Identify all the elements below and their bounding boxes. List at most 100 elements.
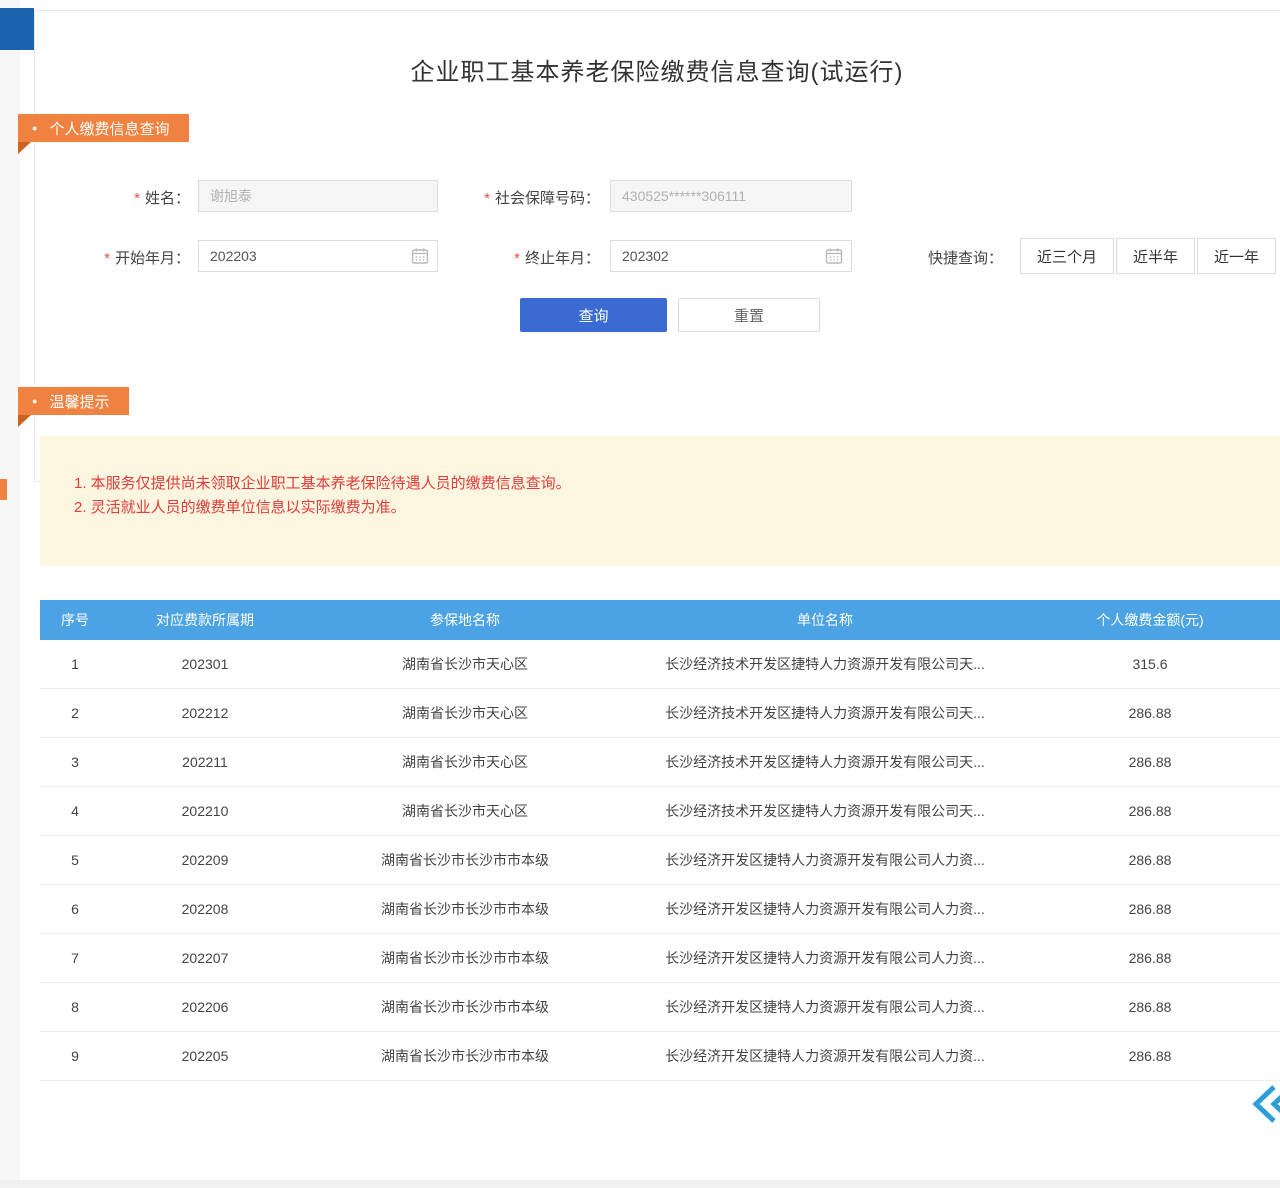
- bullet-icon: ●: [32, 387, 37, 415]
- calendar-icon[interactable]: [411, 247, 429, 265]
- table-cell: 286.88: [1020, 754, 1280, 770]
- required-mark: *: [134, 190, 140, 207]
- table-cell: 202212: [110, 705, 300, 721]
- table-cell: 2: [40, 705, 110, 721]
- bullet-icon: ●: [32, 114, 37, 142]
- section-badge-tips: ● 温馨提示: [18, 387, 129, 415]
- end-month-field[interactable]: 202302: [610, 240, 852, 272]
- table-cell: 长沙经济开发区捷特人力资源开发有限公司人力资...: [630, 899, 1020, 919]
- table-cell: 286.88: [1020, 1048, 1280, 1064]
- table-cell: 1: [40, 656, 110, 672]
- quick-query-button[interactable]: 近半年: [1116, 238, 1195, 274]
- table-cell: 286.88: [1020, 950, 1280, 966]
- table-cell: 286.88: [1020, 901, 1280, 917]
- table-cell: 湖南省长沙市长沙市市本级: [300, 850, 630, 870]
- required-mark: *: [484, 190, 490, 207]
- table-row: 1202301湖南省长沙市天心区长沙经济技术开发区捷特人力资源开发有限公司天..…: [40, 640, 1280, 689]
- table-cell: 202211: [110, 754, 300, 770]
- ribbon-fold: [18, 415, 31, 427]
- notice-line: 1. 本服务仅提供尚未领取企业职工基本养老保险待遇人员的缴费信息查询。: [74, 472, 1260, 496]
- table-cell: 202207: [110, 950, 300, 966]
- name-field: 谢旭泰: [198, 180, 438, 212]
- ribbon-fold: [18, 142, 31, 154]
- table-cell: 202208: [110, 901, 300, 917]
- table-cell: 长沙经济开发区捷特人力资源开发有限公司人力资...: [630, 997, 1020, 1017]
- results-table: 序号对应费款所属期参保地名称单位名称个人缴费金额(元) 1202301湖南省长沙…: [40, 600, 1280, 1081]
- notice-line: 2. 灵活就业人员的缴费单位信息以实际缴费为准。: [74, 496, 1260, 520]
- table-cell: 湖南省长沙市长沙市市本级: [300, 997, 630, 1017]
- query-button[interactable]: 查询: [520, 298, 667, 332]
- section-badge-label: 温馨提示: [49, 391, 109, 412]
- table-cell: 长沙经济技术开发区捷特人力资源开发有限公司天...: [630, 654, 1020, 674]
- table-cell: 202210: [110, 803, 300, 819]
- start-month-field[interactable]: 202203: [198, 240, 438, 272]
- table-cell: 202209: [110, 852, 300, 868]
- table-row: 8202206湖南省长沙市长沙市市本级长沙经济开发区捷特人力资源开发有限公司人力…: [40, 983, 1280, 1032]
- table-cell: 长沙经济技术开发区捷特人力资源开发有限公司天...: [630, 752, 1020, 772]
- table-cell: 7: [40, 950, 110, 966]
- required-mark: *: [514, 250, 520, 267]
- name-value: 谢旭泰: [210, 186, 429, 206]
- table-cell: 湖南省长沙市天心区: [300, 654, 630, 674]
- table-row: 6202208湖南省长沙市长沙市市本级长沙经济开发区捷特人力资源开发有限公司人力…: [40, 885, 1280, 934]
- quick-query-label: 快捷查询：: [928, 247, 1003, 268]
- double-left-chevron-icon[interactable]: [1246, 1082, 1280, 1126]
- table-cell: 286.88: [1020, 852, 1280, 868]
- table-cell: 湖南省长沙市天心区: [300, 703, 630, 723]
- table-row: 5202209湖南省长沙市长沙市市本级长沙经济开发区捷特人力资源开发有限公司人力…: [40, 836, 1280, 885]
- table-row: 2202212湖南省长沙市天心区长沙经济技术开发区捷特人力资源开发有限公司天..…: [40, 689, 1280, 738]
- table-header-row: 序号对应费款所属期参保地名称单位名称个人缴费金额(元): [40, 600, 1280, 640]
- name-label: *姓名：: [70, 187, 190, 208]
- ssn-label: *社会保障号码：: [455, 187, 600, 208]
- table-cell: 湖南省长沙市长沙市市本级: [300, 948, 630, 968]
- table-row: 7202207湖南省长沙市长沙市市本级长沙经济开发区捷特人力资源开发有限公司人力…: [40, 934, 1280, 983]
- table-cell: 286.88: [1020, 999, 1280, 1015]
- table-cell: 长沙经济开发区捷特人力资源开发有限公司人力资...: [630, 1046, 1020, 1066]
- table-cell: 6: [40, 901, 110, 917]
- table-body: 1202301湖南省长沙市天心区长沙经济技术开发区捷特人力资源开发有限公司天..…: [40, 640, 1280, 1081]
- ssn-value: 430525******306111: [622, 188, 843, 204]
- quick-query-group: 近三个月近半年近一年: [1020, 238, 1276, 274]
- end-month-value: 202302: [622, 248, 825, 264]
- table-row: 4202210湖南省长沙市天心区长沙经济技术开发区捷特人力资源开发有限公司天..…: [40, 787, 1280, 836]
- table-cell: 286.88: [1020, 705, 1280, 721]
- table-cell: 315.6: [1020, 656, 1280, 672]
- reset-button[interactable]: 重置: [678, 298, 820, 332]
- start-month-label: *开始年月：: [70, 247, 190, 268]
- table-cell: 202205: [110, 1048, 300, 1064]
- table-cell: 湖南省长沙市长沙市市本级: [300, 899, 630, 919]
- table-cell: 4: [40, 803, 110, 819]
- table-cell: 8: [40, 999, 110, 1015]
- table-cell: 长沙经济技术开发区捷特人力资源开发有限公司天...: [630, 703, 1020, 723]
- table-cell: 长沙经济技术开发区捷特人力资源开发有限公司天...: [630, 801, 1020, 821]
- quick-query-button[interactable]: 近三个月: [1020, 238, 1114, 274]
- quick-query-button[interactable]: 近一年: [1197, 238, 1276, 274]
- table-header-cell: 序号: [40, 610, 110, 630]
- table-cell: 202301: [110, 656, 300, 672]
- table-cell: 湖南省长沙市天心区: [300, 801, 630, 821]
- left-page-strip: [0, 0, 20, 1188]
- end-month-label: *终止年月：: [455, 247, 600, 268]
- section-badge-label: 个人缴费信息查询: [49, 118, 169, 139]
- table-cell: 202206: [110, 999, 300, 1015]
- table-row: 3202211湖南省长沙市天心区长沙经济技术开发区捷特人力资源开发有限公司天..…: [40, 738, 1280, 787]
- page-bottom-strip: [0, 1180, 1280, 1188]
- page-title: 企业职工基本养老保险缴费信息查询(试运行): [34, 52, 1280, 87]
- table-cell: 长沙经济开发区捷特人力资源开发有限公司人力资...: [630, 948, 1020, 968]
- table-cell: 9: [40, 1048, 110, 1064]
- sidebar-corner-block: [0, 8, 34, 50]
- ssn-field: 430525******306111: [610, 180, 852, 212]
- table-header-cell: 参保地名称: [300, 610, 630, 630]
- calendar-icon[interactable]: [825, 247, 843, 265]
- table-cell: 长沙经济开发区捷特人力资源开发有限公司人力资...: [630, 850, 1020, 870]
- table-cell: 286.88: [1020, 803, 1280, 819]
- table-row: 9202205湖南省长沙市长沙市市本级长沙经济开发区捷特人力资源开发有限公司人力…: [40, 1032, 1280, 1081]
- table-header-cell: 个人缴费金额(元): [1020, 610, 1280, 630]
- section-badge-personal-payment-query: ● 个人缴费信息查询: [18, 114, 189, 142]
- table-header-cell: 单位名称: [630, 610, 1020, 630]
- table-cell: 湖南省长沙市天心区: [300, 752, 630, 772]
- table-cell: 5: [40, 852, 110, 868]
- table-cell: 3: [40, 754, 110, 770]
- start-month-value: 202203: [210, 248, 411, 264]
- table-header-cell: 对应费款所属期: [110, 610, 300, 630]
